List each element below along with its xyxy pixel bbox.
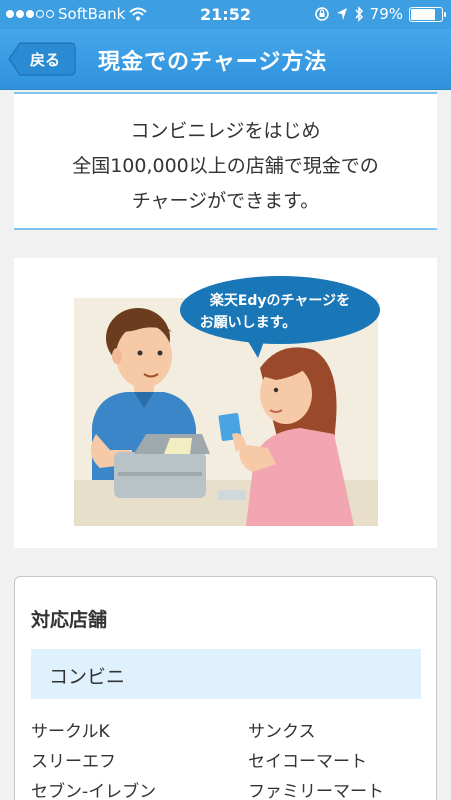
store-item: スリーエフ: [31, 752, 116, 772]
page-title: 現金でのチャージ方法: [98, 50, 328, 75]
intro-line-3: チャージができます。: [131, 190, 320, 212]
store-item: セブン-イレブン: [31, 782, 157, 800]
battery-percent: 79%: [369, 5, 403, 23]
store-item: サンクス: [248, 722, 316, 742]
store-item: セイコーマート: [248, 752, 367, 772]
category-label: コンビニ: [49, 666, 126, 688]
supported-stores-card: 対応店舗 コンビニ サークルK サンクス スリーエフ セイコーマート セブン-イ…: [14, 576, 437, 800]
status-right: 79%: [314, 5, 446, 23]
category-header-convenience: コンビニ: [31, 649, 421, 699]
charge-illustration: 楽天Edyのチャージを お願いします。: [14, 258, 437, 548]
location-icon: [336, 8, 347, 20]
navigation-bar: 戻る 現金でのチャージ方法: [0, 29, 451, 90]
cashier-scene-image: 楽天Edyのチャージを お願いします。: [74, 276, 380, 526]
back-button[interactable]: 戻る: [8, 42, 76, 76]
status-bar: SoftBank 21:52 79%: [0, 0, 451, 29]
intro-line-2: 全国100,000以上の店舗で現金での: [72, 155, 379, 177]
intro-card: コンビニレジをはじめ 全国100,000以上の店舗で現金での チャージができます…: [14, 92, 437, 230]
store-item: ファミリーマート: [248, 782, 384, 800]
stores-heading: 対応店舗: [31, 609, 108, 631]
bluetooth-icon: [355, 6, 363, 22]
store-item: サークルK: [31, 722, 110, 742]
rotation-lock-icon: [314, 7, 329, 21]
back-button-label: 戻る: [30, 51, 61, 69]
speech-line-1: 楽天Edyのチャージを: [209, 292, 350, 309]
speech-line-2: お願いします。: [200, 315, 297, 331]
battery-icon: [409, 6, 446, 22]
intro-line-1: コンビニレジをはじめ: [130, 120, 321, 142]
